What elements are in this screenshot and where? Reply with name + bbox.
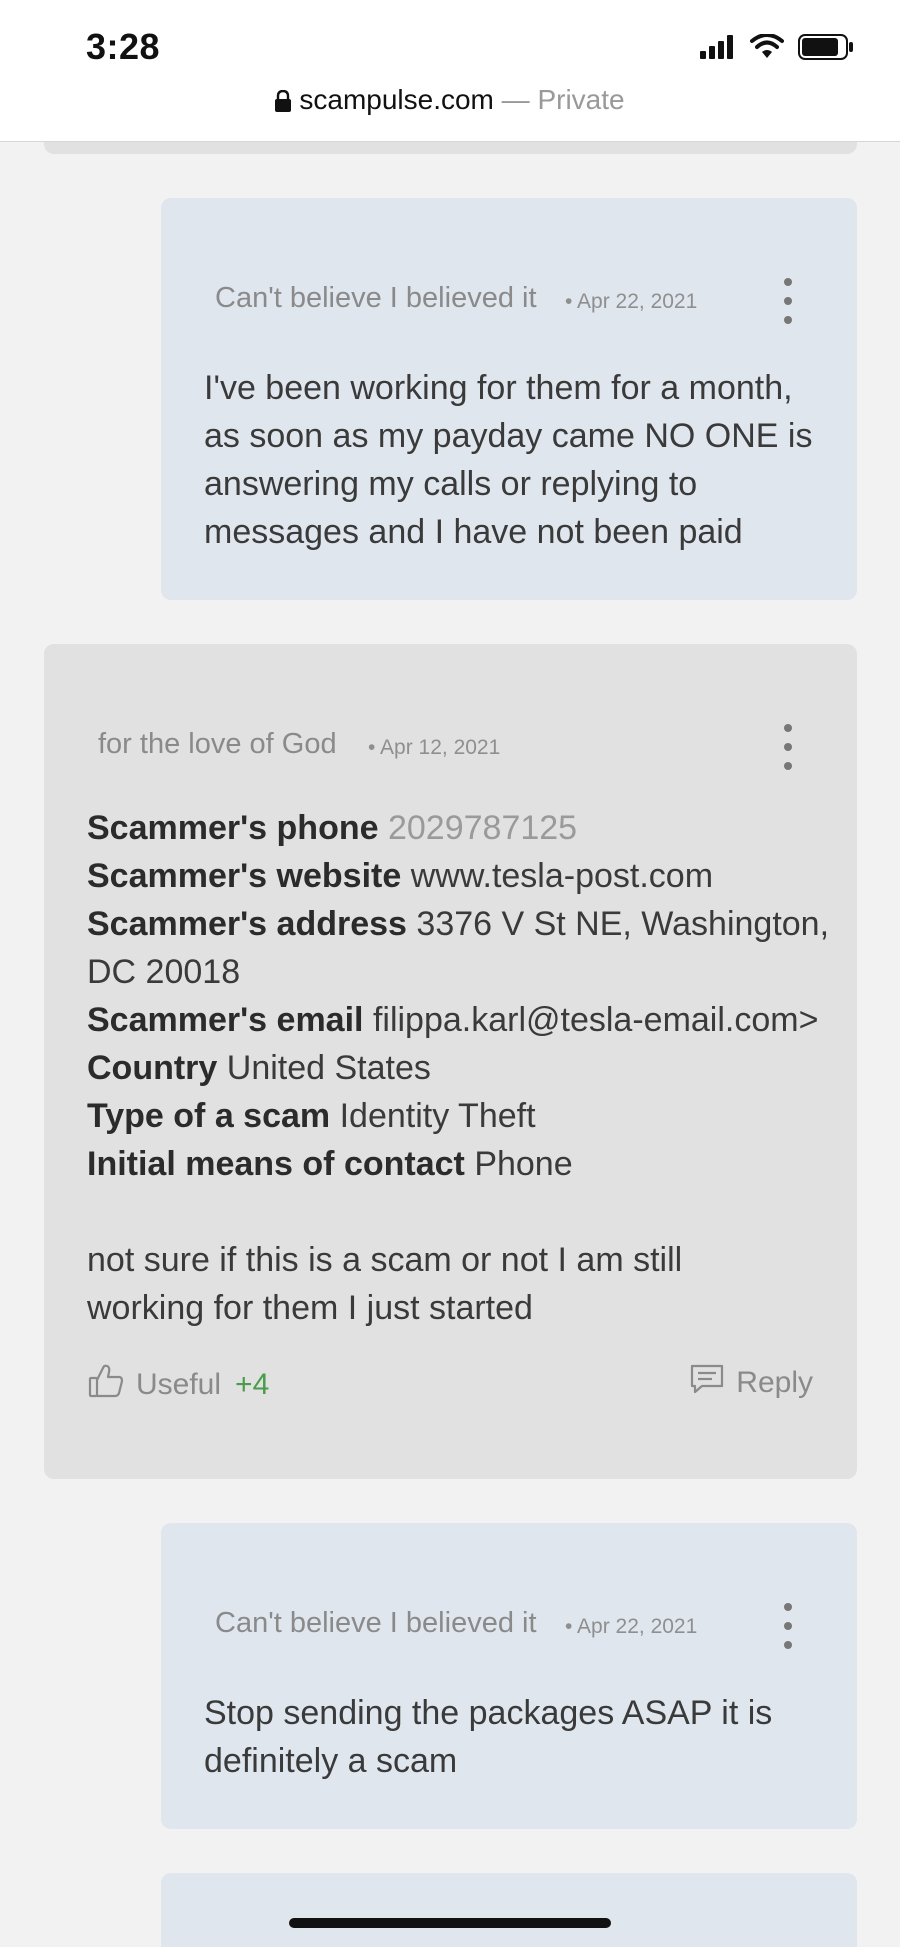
scam-details: Scammer's phone 2029787125 Scammer's web… xyxy=(87,804,847,1332)
comment-date: • Apr 12, 2021 xyxy=(368,736,501,759)
field-label: Scammer's email xyxy=(87,1001,364,1039)
more-options-icon[interactable] xyxy=(778,724,798,770)
field-label: Type of a scam xyxy=(87,1097,331,1135)
comment-text: not sure if this is a scam or not I am s… xyxy=(87,1241,683,1327)
thumbs-up-icon xyxy=(88,1364,124,1406)
scammer-address-row: Scammer's address 3376 V St NE, Washingt… xyxy=(87,900,847,996)
comment-date: • Apr 22, 2021 xyxy=(565,290,698,313)
reply-button[interactable]: Reply xyxy=(690,1364,813,1402)
battery-icon xyxy=(798,34,854,65)
comment-icon xyxy=(690,1364,724,1402)
scammer-phone-row: Scammer's phone 2029787125 xyxy=(87,804,847,852)
scammer-email-row: Scammer's email filippa.karl@tesla-email… xyxy=(87,996,847,1044)
reply-label: Reply xyxy=(736,1366,813,1399)
comment-text: Stop sending the packages ASAP it is def… xyxy=(204,1694,773,1780)
useful-label: Useful xyxy=(136,1368,222,1401)
country-row: Country United States xyxy=(87,1044,847,1092)
field-label: Country xyxy=(87,1049,218,1087)
useful-button[interactable]: Useful +4 xyxy=(88,1364,269,1406)
scammer-phone-value[interactable]: 2029787125 xyxy=(388,809,577,847)
status-bar: 3:28 scampulse.com — Private xyxy=(0,0,900,142)
cellular-signal-icon xyxy=(700,35,736,64)
wifi-icon xyxy=(750,33,784,65)
comment-author: Can't believe I believed it xyxy=(215,282,537,314)
more-options-icon[interactable] xyxy=(778,278,798,324)
useful-count: +4 xyxy=(235,1368,270,1401)
scammer-website-row: Scammer's website www.tesla-post.com xyxy=(87,852,847,900)
main-comment-card: for the love of God • Apr 12, 2021 Scamm… xyxy=(44,644,857,1479)
contact-means-value: Phone xyxy=(474,1145,573,1183)
home-indicator[interactable] xyxy=(289,1918,611,1928)
field-label: Scammer's website xyxy=(87,857,402,895)
comment-text: I've been working for them for a month, … xyxy=(204,369,813,551)
comment-date: • Apr 22, 2021 xyxy=(565,1615,698,1638)
status-icons xyxy=(700,33,854,65)
comment-author: Can't believe I believed it xyxy=(215,1607,537,1639)
address-bar[interactable]: scampulse.com — Private xyxy=(0,84,900,119)
next-comment-card xyxy=(161,1873,857,1947)
reply-comment-card: Can't believe I believed it • Apr 22, 20… xyxy=(161,1523,857,1829)
url-separator: — xyxy=(493,84,538,115)
more-options-icon[interactable] xyxy=(778,1603,798,1649)
private-mode-label: Private xyxy=(537,84,625,115)
comment-author: for the love of God xyxy=(98,728,337,760)
page-content: Can't believe I believed it • Apr 22, 20… xyxy=(0,0,900,1947)
field-label: Initial means of contact xyxy=(87,1145,465,1183)
lock-icon xyxy=(275,87,292,119)
scammer-website-value: www.tesla-post.com xyxy=(410,857,714,895)
scam-type-row: Type of a scam Identity Theft xyxy=(87,1092,847,1140)
scammer-email-value: filippa.karl@tesla-email.com> xyxy=(372,1001,819,1039)
url-domain: scampulse.com xyxy=(299,84,494,115)
reply-comment-card: Can't believe I believed it • Apr 22, 20… xyxy=(161,198,857,600)
field-label: Scammer's address xyxy=(87,905,407,943)
clock-time: 3:28 xyxy=(86,26,161,67)
country-value: United States xyxy=(226,1049,431,1087)
comment-footer: Useful +4 Reply xyxy=(44,1364,857,1414)
scam-type-value: Identity Theft xyxy=(339,1097,536,1135)
contact-means-row: Initial means of contact Phone xyxy=(87,1140,847,1188)
field-label: Scammer's phone xyxy=(87,809,379,847)
